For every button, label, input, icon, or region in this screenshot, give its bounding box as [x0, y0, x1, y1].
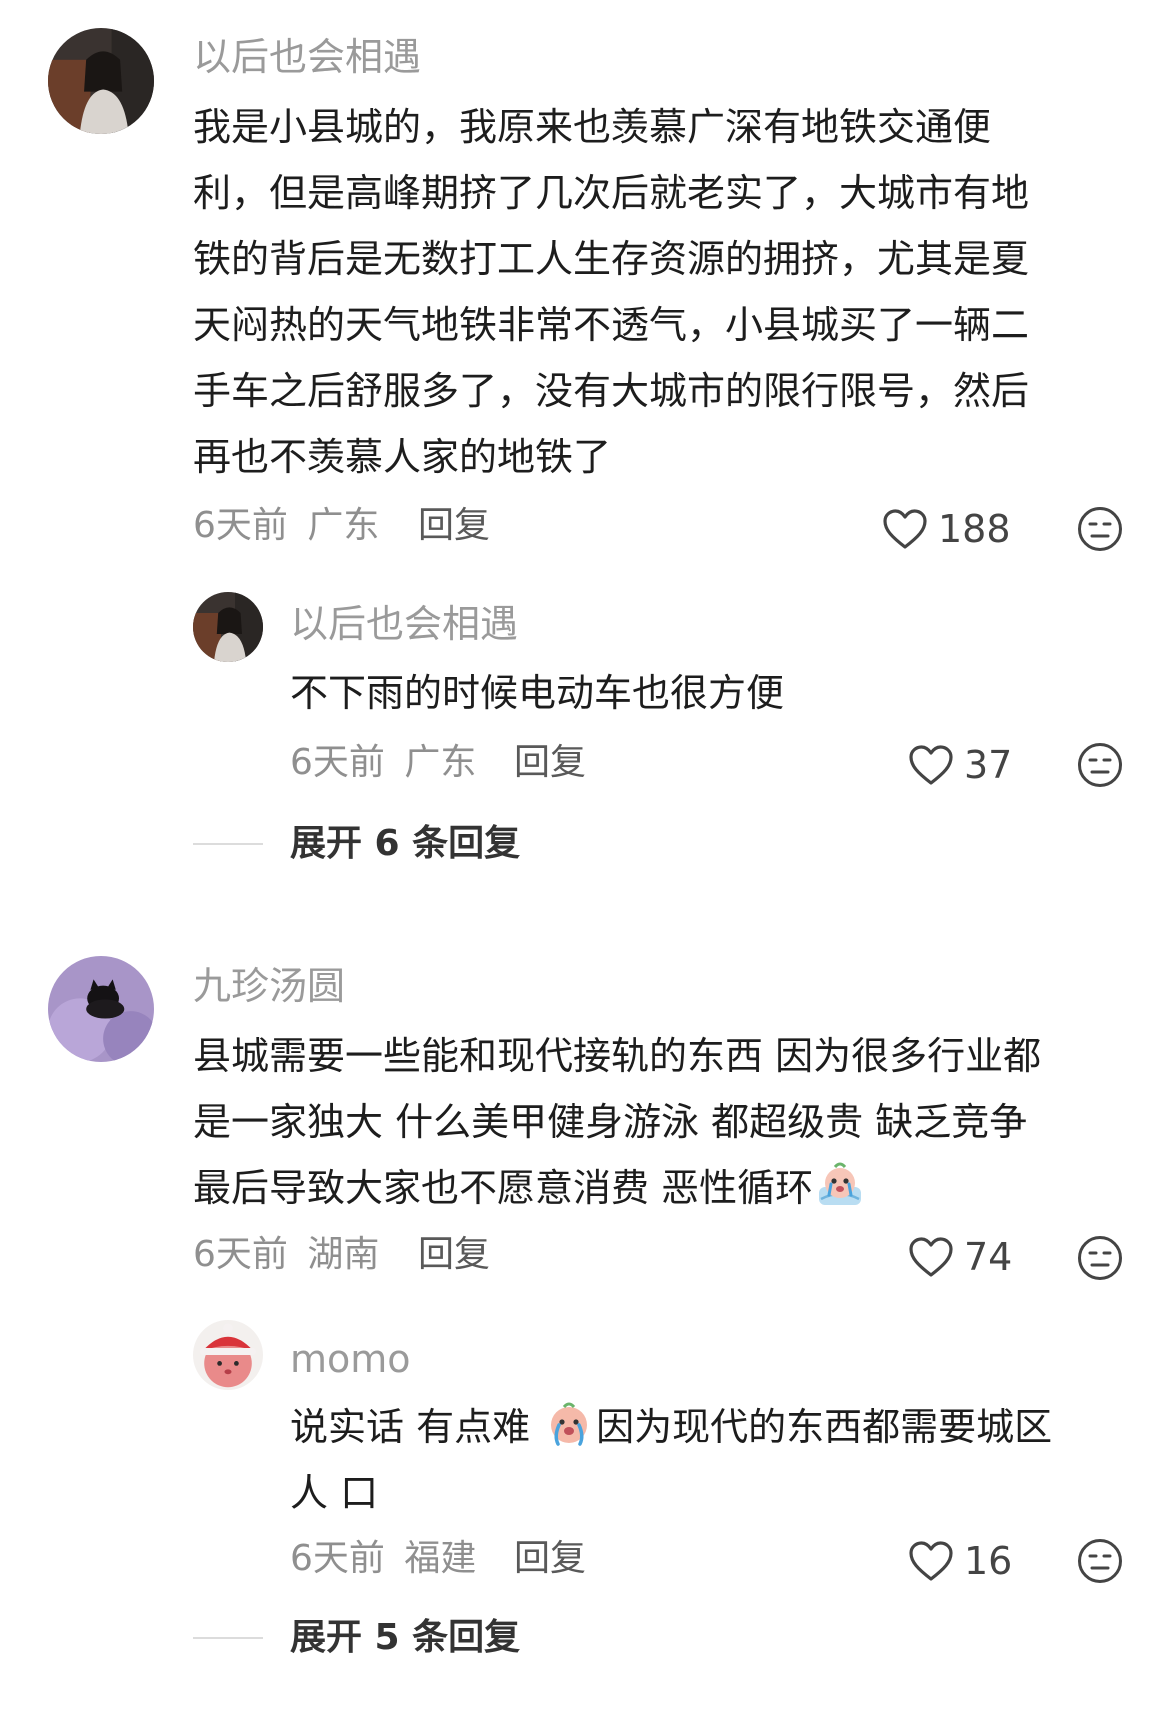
divider-line: [193, 843, 263, 845]
comment-username[interactable]: 以后也会相遇: [193, 38, 421, 76]
reply-username[interactable]: momo: [290, 1340, 411, 1378]
reply-button[interactable]: 回复: [418, 1237, 490, 1273]
heart-outline-icon: [908, 1236, 954, 1278]
reply-meta: 6天前 福建: [290, 1541, 476, 1577]
reply-button[interactable]: 回复: [418, 508, 490, 544]
comment-line: 是一家独大 什么美甲健身游泳 都超级贵 缺乏竞争: [193, 1100, 1028, 1144]
like-count: 37: [964, 743, 1013, 787]
reply-meta: 6天前 广东: [290, 745, 476, 781]
reply-location: 广东: [404, 742, 477, 783]
neutral-face-icon: [1076, 741, 1124, 789]
comment-meta: 6天前 湖南: [193, 1237, 379, 1273]
neutral-face-icon: [1076, 1234, 1124, 1282]
comment-line: 再也不羡慕人家的地铁了: [193, 435, 612, 479]
like-count: 74: [964, 1235, 1013, 1279]
dislike-button[interactable]: [1076, 741, 1124, 789]
divider-line: [193, 1637, 263, 1639]
neutral-face-icon: [1076, 505, 1124, 553]
reply-time: 6天前: [290, 1538, 385, 1579]
comment-line-text: 最后导致大家也不愿意消费 恶性循环: [193, 1166, 814, 1210]
crying-emoji-icon: [544, 1398, 594, 1448]
heart-outline-icon: [908, 744, 954, 786]
crying-emoji-icon: [815, 1159, 865, 1209]
expand-replies-button[interactable]: 展开 5 条回复: [290, 1620, 520, 1656]
dislike-button[interactable]: [1076, 1234, 1124, 1282]
reply-username[interactable]: 以后也会相遇: [290, 605, 518, 643]
reply-text: 说实话 有点难 因为现代的东西都需要城区 人 口: [290, 1394, 1052, 1526]
comment-time: 6天前: [193, 505, 288, 546]
comment-location: 湖南: [307, 1234, 380, 1275]
like-count: 188: [938, 507, 1011, 551]
neutral-face-icon: [1076, 1537, 1124, 1585]
like-button[interactable]: 188: [882, 508, 1011, 550]
comment-line: 手车之后舒服多了，没有大城市的限行限号，然后: [193, 369, 1030, 413]
comment-time: 6天前: [193, 1234, 288, 1275]
heart-outline-icon: [882, 508, 928, 550]
expand-replies-button[interactable]: 展开 6 条回复: [290, 826, 520, 862]
reply-button[interactable]: 回复: [514, 745, 586, 781]
comment-line: 天闷热的天气地铁非常不透气，小县城买了一辆二: [193, 303, 1030, 347]
reply-line-text: 因为现代的东西都需要城区: [596, 1405, 1053, 1449]
comment-text: 县城需要一些能和现代接轨的东西 因为很多行业都 是一家独大 什么美甲健身游泳 都…: [193, 1023, 1041, 1221]
avatar[interactable]: [48, 28, 154, 134]
comment-line: 我是小县城的，我原来也羡慕广深有地铁交通便: [193, 105, 992, 149]
reply-button[interactable]: 回复: [514, 1541, 586, 1577]
comment-meta: 6天前 广东: [193, 508, 379, 544]
comment-username[interactable]: 九珍汤圆: [193, 967, 345, 1005]
reply-time: 6天前: [290, 742, 385, 783]
avatar[interactable]: [48, 956, 154, 1062]
comment-text: 我是小县城的，我原来也羡慕广深有地铁交通便 利，但是高峰期挤了几次后就老实了，大…: [193, 94, 1029, 490]
comment-line: 县城需要一些能和现代接轨的东西 因为很多行业都: [193, 1034, 1042, 1078]
like-button[interactable]: 37: [908, 744, 1012, 786]
avatar[interactable]: [193, 1320, 263, 1390]
like-count: 16: [964, 1539, 1013, 1583]
reply-location: 福建: [404, 1538, 477, 1579]
heart-outline-icon: [908, 1540, 954, 1582]
dislike-button[interactable]: [1076, 505, 1124, 553]
like-button[interactable]: 74: [908, 1236, 1012, 1278]
reply-line: 说实话 有点难 因为现代的东西都需要城区: [290, 1394, 1052, 1460]
avatar[interactable]: [193, 592, 263, 662]
comment-line: 利，但是高峰期挤了几次后就老实了，大城市有地: [193, 171, 1030, 215]
reply-line: 人 口: [290, 1471, 379, 1515]
reply-text: 不下雨的时候电动车也很方便: [290, 671, 785, 715]
comment-line: 最后导致大家也不愿意消费 恶性循环: [193, 1155, 1041, 1221]
like-button[interactable]: 16: [908, 1540, 1012, 1582]
dislike-button[interactable]: [1076, 1537, 1124, 1585]
reply-line-text: 说实话 有点难: [290, 1405, 543, 1449]
comment-line: 铁的背后是无数打工人生存资源的拥挤，尤其是夏: [193, 237, 1030, 281]
comment-location: 广东: [307, 505, 380, 546]
